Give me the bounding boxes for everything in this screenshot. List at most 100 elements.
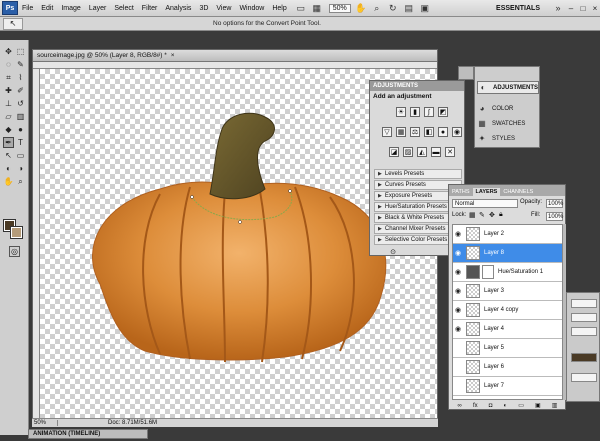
arrange-documents-icon[interactable]: ▤ — [403, 2, 415, 14]
document-close-icon[interactable]: × — [171, 52, 175, 59]
clip-to-layer-icon[interactable]: ⊙ — [388, 247, 398, 257]
type-tool-icon[interactable]: T — [15, 137, 26, 148]
exposure-icon[interactable]: ◩ — [438, 107, 448, 117]
crop-tool-icon[interactable]: ⌗ — [3, 72, 14, 83]
layer-style-icon[interactable]: fx — [473, 403, 478, 409]
zoom-level-select[interactable]: 50% — [328, 3, 351, 13]
photo-filter-icon[interactable]: ● — [438, 127, 448, 137]
tab-layers[interactable]: LAYERS — [472, 188, 501, 196]
tab-channels[interactable]: CHANNELS — [500, 188, 536, 196]
horizontal-ruler[interactable] — [33, 62, 437, 69]
layer-row[interactable]: ◉ Layer 2 — [453, 225, 562, 244]
dodge-tool-icon[interactable]: ● — [15, 124, 26, 135]
blend-mode-select[interactable]: Normal — [452, 199, 518, 208]
menu-file[interactable]: File — [18, 5, 37, 12]
panel-field[interactable] — [571, 313, 597, 322]
menu-view[interactable]: View — [212, 5, 235, 12]
black-white-icon[interactable]: ◧ — [424, 127, 434, 137]
layer-row[interactable]: Layer 6 — [453, 358, 562, 377]
workspace-menu-icon[interactable]: » — [552, 2, 564, 14]
workspace-switcher[interactable]: ESSENTIALS — [492, 4, 544, 13]
posterize-icon[interactable]: ▨ — [403, 147, 413, 157]
shape-tool-icon[interactable]: ▭ — [15, 150, 26, 161]
panel-field[interactable] — [571, 299, 597, 308]
3d-rotate-tool-icon[interactable]: ◐ — [3, 163, 14, 174]
brush-tool-icon[interactable]: ✐ — [15, 85, 26, 96]
lock-transparency-icon[interactable]: ▦ — [469, 211, 476, 219]
panel-field[interactable] — [571, 373, 597, 382]
quick-mask-icon[interactable]: ◎ — [9, 246, 20, 257]
eyedropper-tool-icon[interactable]: ⌇ — [15, 72, 26, 83]
new-layer-icon[interactable]: ▣ — [535, 402, 541, 409]
layer-row[interactable]: ◉ Hue/Saturation 1 — [453, 263, 562, 282]
gradient-map-icon[interactable]: ▬ — [431, 147, 441, 157]
link-layers-icon[interactable]: ∞ — [458, 403, 462, 409]
rotate-view-icon[interactable]: ↻ — [387, 2, 399, 14]
blur-tool-icon[interactable]: ◆ — [3, 124, 14, 135]
lock-position-icon[interactable]: ✥ — [489, 211, 495, 219]
layer-mask-thumbnail[interactable] — [482, 265, 494, 279]
history-brush-tool-icon[interactable]: ↺ — [15, 98, 26, 109]
dock-swatches[interactable]: ▦ SWATCHES — [477, 117, 539, 130]
panel-swatch[interactable] — [571, 353, 597, 362]
zoom-tool-icon[interactable]: ⌕ — [15, 176, 26, 187]
close-button[interactable]: × — [590, 3, 600, 13]
menu-layer[interactable]: Layer — [85, 5, 111, 12]
lock-all-icon[interactable]: 🔒︎ — [499, 211, 503, 219]
menu-help[interactable]: Help — [268, 5, 290, 12]
new-adjustment-icon[interactable]: ◐ — [503, 403, 507, 409]
invert-icon[interactable]: ◪ — [389, 147, 399, 157]
background-color-swatch[interactable] — [10, 226, 23, 239]
fill-input[interactable]: 100% — [546, 212, 563, 221]
quick-select-tool-icon[interactable]: ✎ — [15, 59, 26, 70]
panel-field[interactable] — [571, 327, 597, 336]
curves-icon[interactable]: ∫ — [424, 107, 434, 117]
mini-bridge-icon[interactable]: ▦ — [311, 2, 323, 14]
levels-icon[interactable]: ▮ — [410, 107, 420, 117]
layer-row[interactable]: Layer 7 — [453, 377, 562, 396]
path-selection-tool-icon[interactable]: ↖ — [3, 150, 14, 161]
gradient-tool-icon[interactable]: ▥ — [15, 111, 26, 122]
bridge-icon[interactable]: ▭ — [295, 2, 307, 14]
menu-3d[interactable]: 3D — [195, 5, 212, 12]
layer-row[interactable]: ◉ Layer 4 copy — [453, 301, 562, 320]
eraser-tool-icon[interactable]: ▱ — [3, 111, 14, 122]
menu-window[interactable]: Window — [235, 5, 268, 12]
hand-tool-icon[interactable]: ✋ — [355, 2, 367, 14]
vibrance-icon[interactable]: ▽ — [382, 127, 392, 137]
maximize-button[interactable]: □ — [578, 3, 588, 13]
adjustments-tab[interactable]: ADJUSTMENTS — [370, 81, 464, 91]
delete-layer-icon[interactable]: ▥ — [552, 402, 558, 409]
healing-brush-tool-icon[interactable]: ✚ — [3, 85, 14, 96]
zoom-tool-icon[interactable]: ⌕ — [371, 2, 383, 14]
opacity-input[interactable]: 100% — [546, 199, 563, 208]
minimize-button[interactable]: – — [566, 3, 576, 13]
hue-saturation-icon[interactable]: ▦ — [396, 127, 406, 137]
lock-pixels-icon[interactable]: ✎ — [479, 211, 485, 219]
screen-mode-icon[interactable]: ▣ — [419, 2, 431, 14]
new-group-icon[interactable]: ▭ — [518, 402, 524, 409]
visibility-eye-icon[interactable]: ◉ — [453, 268, 463, 276]
channel-mixer-icon[interactable]: ◉ — [452, 127, 462, 137]
marquee-tool-icon[interactable]: ⬚ — [15, 46, 26, 57]
visibility-eye-icon[interactable]: ◉ — [453, 287, 463, 295]
menu-filter[interactable]: Filter — [138, 5, 162, 12]
collapsed-panel-strip[interactable] — [458, 66, 474, 80]
visibility-eye-icon[interactable]: ◉ — [453, 249, 463, 257]
selective-color-icon[interactable]: ✕ — [445, 147, 455, 157]
clone-stamp-tool-icon[interactable]: ⊥ — [3, 98, 14, 109]
visibility-eye-icon[interactable]: ◉ — [453, 325, 463, 333]
preset-levels[interactable]: ▶ Levels Presets — [374, 169, 462, 179]
convert-point-tool-icon[interactable]: ↖ — [3, 17, 23, 30]
dock-color[interactable]: ◕ COLOR — [477, 102, 539, 115]
hand-tool-icon[interactable]: ✋ — [3, 176, 14, 187]
menu-select[interactable]: Select — [110, 5, 137, 12]
lasso-tool-icon[interactable]: ◌ — [3, 59, 14, 70]
document-tab[interactable]: sourceimage.jpg @ 50% (Layer 8, RGB/8#) … — [33, 50, 437, 62]
3d-camera-tool-icon[interactable]: ◑ — [15, 163, 26, 174]
add-mask-icon[interactable]: ◘ — [489, 403, 493, 409]
move-tool-icon[interactable]: ✥ — [3, 46, 14, 57]
status-zoom[interactable]: 50% — [32, 420, 58, 426]
layer-row-selected[interactable]: ◉ Layer 8 — [453, 244, 562, 263]
menu-analysis[interactable]: Analysis — [161, 5, 195, 12]
